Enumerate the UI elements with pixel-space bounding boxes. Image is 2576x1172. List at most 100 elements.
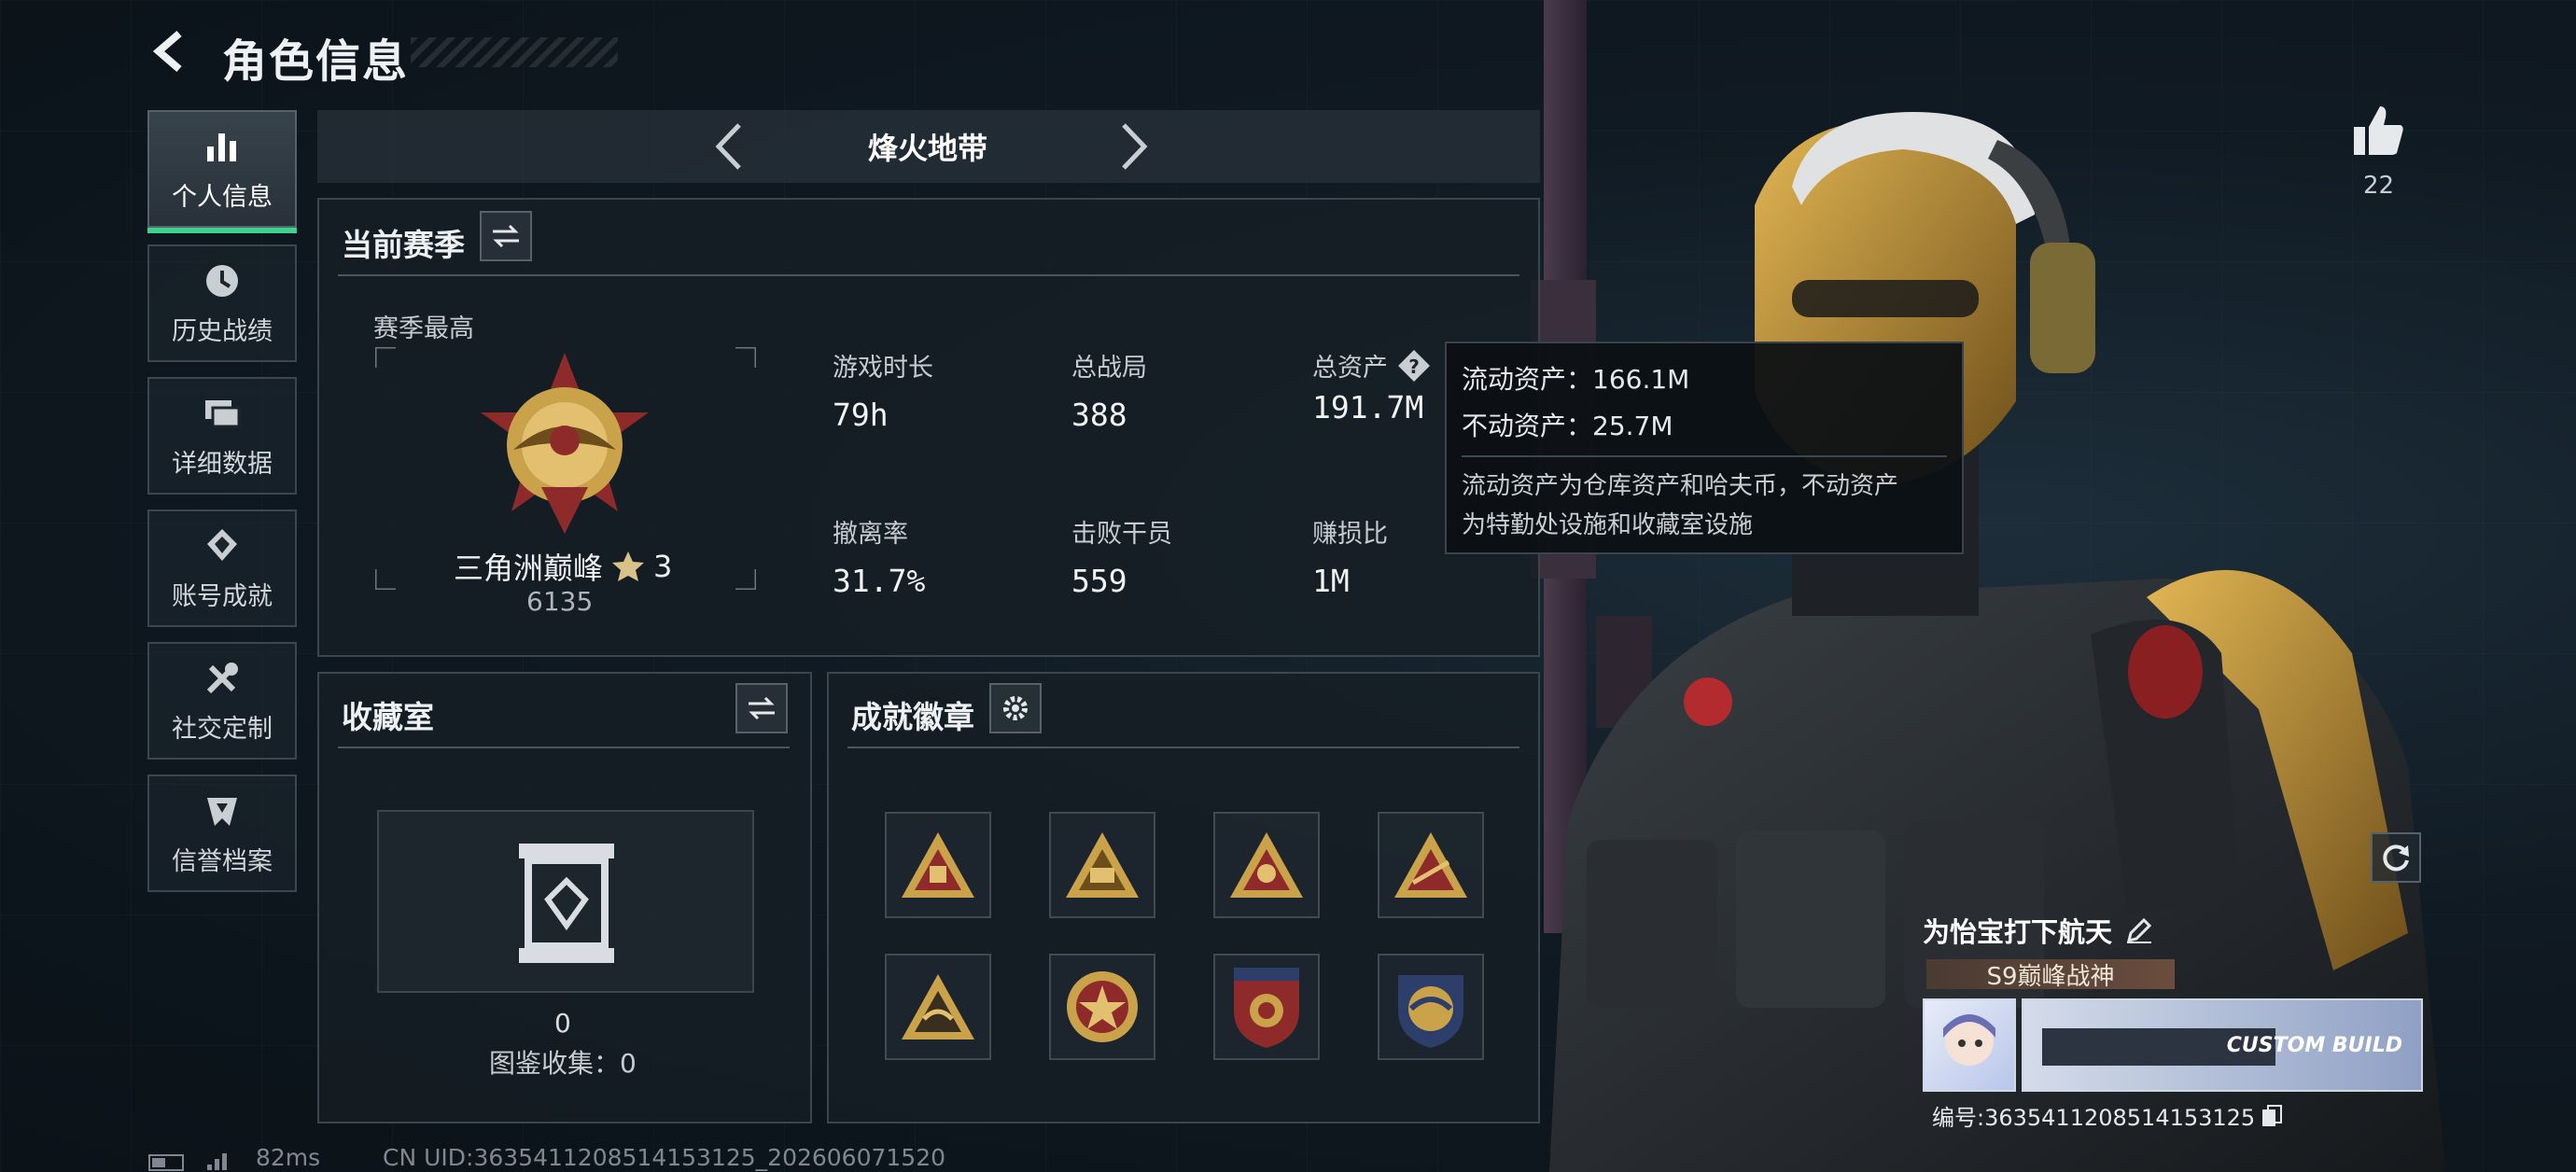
achievement-badge[interactable] bbox=[1213, 954, 1320, 1060]
chevron-left-icon[interactable] bbox=[706, 121, 752, 172]
achievements-settings-button[interactable] bbox=[989, 683, 1042, 733]
anime-avatar-icon bbox=[1943, 1014, 1995, 1066]
stat-value: 559 bbox=[1071, 563, 1127, 599]
stat-profit-loss: 赚损比 1M bbox=[1312, 513, 1388, 599]
ping-value: 82ms bbox=[256, 1144, 321, 1171]
tooltip-liquid-assets: 流动资产：166.1M bbox=[1462, 364, 1690, 395]
title-decoration bbox=[411, 37, 618, 67]
svg-text:?: ? bbox=[1408, 356, 1420, 378]
rank-score: 6135 bbox=[526, 586, 594, 617]
stat-value: 388 bbox=[1071, 397, 1127, 433]
stat-total-assets: 总资产 ? 191.7M bbox=[1312, 347, 1431, 426]
sidebar-item-label: 历史战绩 bbox=[172, 316, 273, 346]
triangle-gun-badge-icon bbox=[1394, 832, 1467, 898]
collection-display bbox=[377, 810, 754, 993]
achievement-badge[interactable] bbox=[885, 812, 991, 918]
season-title: 当前赛季 bbox=[342, 227, 465, 263]
season-switch-button[interactable] bbox=[480, 211, 532, 261]
achievement-badge[interactable] bbox=[1378, 812, 1484, 918]
collection-switch-button[interactable] bbox=[735, 683, 788, 733]
sidebar-item-detail-data[interactable]: 详细数据 bbox=[147, 377, 297, 495]
title-tag: S9巅峰战神 bbox=[1926, 959, 2175, 991]
divider bbox=[338, 746, 790, 748]
stat-label: 游戏时长 bbox=[833, 354, 933, 383]
banner-text: CUSTOM BUILD bbox=[2226, 1034, 2402, 1057]
round-star-badge-icon bbox=[1067, 971, 1138, 1042]
collection-title: 收藏室 bbox=[342, 699, 434, 735]
collection-count: 0 bbox=[554, 1008, 571, 1039]
thumbs-up-icon[interactable] bbox=[2350, 103, 2406, 159]
page-title: 角色信息 bbox=[222, 35, 410, 88]
edit-pencil-icon[interactable] bbox=[2125, 916, 2153, 944]
rank-name: 三角洲巅峰 bbox=[454, 551, 604, 586]
display-case-icon bbox=[519, 844, 614, 963]
sidebar-item-label: 个人信息 bbox=[172, 182, 273, 212]
season-best-label: 赛季最高 bbox=[373, 314, 474, 343]
swap-arrows-icon bbox=[493, 224, 519, 248]
tools-icon bbox=[206, 662, 238, 693]
stat-play-time: 游戏时长 79h bbox=[833, 347, 933, 433]
stat-label: 总战局 bbox=[1071, 354, 1147, 383]
battery-signal-icon bbox=[148, 1153, 227, 1171]
shield-stars-badge-icon bbox=[1234, 968, 1299, 1048]
tooltip-divider bbox=[1462, 455, 1947, 457]
rank-emblem-icon bbox=[481, 353, 649, 534]
sidebar-item-label: 信誉档案 bbox=[172, 846, 273, 876]
achievement-badge[interactable] bbox=[1049, 954, 1155, 1060]
stat-value: 1M bbox=[1312, 563, 1350, 599]
stat-operators-defeated: 击败干员 559 bbox=[1071, 513, 1172, 599]
achievement-badge[interactable] bbox=[1049, 812, 1155, 918]
cards-icon bbox=[205, 399, 241, 427]
catalog-collection-count: 图鉴收集：0 bbox=[489, 1048, 637, 1079]
uid-text: CN UID:3635411208514153125_202606071520 bbox=[383, 1144, 946, 1171]
back-arrow-icon[interactable] bbox=[147, 28, 194, 75]
star-icon bbox=[612, 551, 645, 581]
shield-icon bbox=[207, 797, 237, 826]
avatar[interactable] bbox=[1923, 998, 2016, 1092]
stat-extraction-rate: 撤离率 31.7% bbox=[833, 513, 925, 599]
mode-title: 烽火地带 bbox=[868, 131, 988, 166]
sidebar-item-reputation[interactable]: 信誉档案 bbox=[147, 774, 297, 892]
refresh-icon bbox=[2383, 844, 2409, 872]
stat-label: 总资产 bbox=[1312, 354, 1388, 383]
sidebar-item-history[interactable]: 历史战绩 bbox=[147, 244, 297, 362]
stat-value: 79h bbox=[833, 397, 889, 433]
triangle-s9-badge-icon bbox=[1066, 832, 1139, 898]
sidebar-item-label: 详细数据 bbox=[172, 449, 273, 479]
stat-value: 191.7M bbox=[1312, 389, 1424, 426]
sidebar-item-personal-info[interactable]: 个人信息 bbox=[147, 110, 297, 233]
sidebar-item-label: 社交定制 bbox=[172, 714, 273, 744]
achievement-badge[interactable] bbox=[1213, 812, 1320, 918]
stat-label: 击败干员 bbox=[1071, 520, 1172, 549]
tooltip-fixed-assets: 不动资产：25.7M bbox=[1462, 411, 1673, 441]
copy-icon[interactable] bbox=[2261, 1104, 2283, 1128]
assets-tooltip: 流动资产：166.1M 不动资产：25.7M 流动资产为仓库资产和哈夫币，不动资… bbox=[1445, 342, 1964, 554]
name-card-banner: CUSTOM BUILD bbox=[2022, 998, 2423, 1092]
stat-value: 31.7% bbox=[833, 563, 926, 599]
divider bbox=[338, 274, 1519, 276]
divider bbox=[847, 746, 1519, 748]
triangle-skull-badge-icon bbox=[1230, 832, 1303, 898]
badge-icon bbox=[207, 528, 237, 561]
achievement-badge[interactable] bbox=[885, 954, 991, 1060]
clock-icon bbox=[206, 264, 238, 297]
achievement-badge[interactable] bbox=[1378, 954, 1484, 1060]
player-id-row: 编号:3635411208514153125 bbox=[1932, 1099, 2283, 1132]
bar-chart-icon bbox=[207, 133, 236, 161]
gear-icon bbox=[1003, 696, 1028, 720]
triangle-badge-icon bbox=[902, 832, 974, 898]
player-nickname: 为怡宝打下航天 bbox=[1923, 916, 2113, 948]
tooltip-description-line2: 为特勤处设施和收藏室设施 bbox=[1462, 511, 1754, 539]
rotate-view-button[interactable] bbox=[2371, 832, 2421, 883]
rank-name-row: 三角洲巅峰 3 bbox=[454, 545, 672, 588]
stat-label: 赚损比 bbox=[1312, 520, 1388, 549]
help-icon[interactable]: ? bbox=[1397, 349, 1431, 383]
title-tag-label: S9巅峰战神 bbox=[1986, 962, 2115, 991]
tooltip-description-line1: 流动资产为仓库资产和哈夫币，不动资产 bbox=[1462, 472, 1899, 500]
nickname-row: 为怡宝打下航天 bbox=[1923, 911, 2153, 950]
sidebar-item-achievements[interactable]: 账号成就 bbox=[147, 509, 297, 627]
chevron-right-icon[interactable] bbox=[1111, 121, 1157, 172]
sidebar-item-social-custom[interactable]: 社交定制 bbox=[147, 642, 297, 760]
stat-label: 撤离率 bbox=[833, 520, 908, 549]
shield-eagle-badge-icon bbox=[1398, 975, 1463, 1048]
